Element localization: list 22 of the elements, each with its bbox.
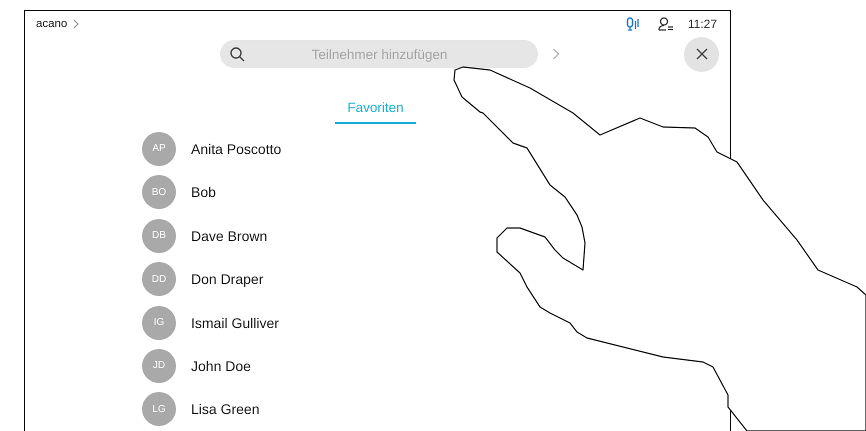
breadcrumb-link[interactable]: acano (36, 18, 68, 30)
contact-name[interactable]: Anita Poscotto (191, 140, 282, 157)
person-icon[interactable] (658, 16, 674, 31)
contact-name[interactable]: Don Draper (191, 271, 264, 288)
avatar-initials: JD (142, 348, 176, 383)
contact-name[interactable]: Dave Brown (191, 228, 268, 244)
close-icon (696, 48, 708, 60)
microphone-icon[interactable] (626, 16, 640, 31)
contact-name[interactable]: Ismail Gulliver (191, 314, 279, 331)
search-icon (230, 46, 245, 62)
close-button[interactable] (684, 36, 719, 72)
chevron-right-icon (73, 18, 80, 29)
avatar-initials: DB (142, 218, 176, 253)
avatar-initials: LG (142, 392, 176, 426)
avatar-initials: BO (142, 175, 176, 210)
avatar-initials: DD (142, 262, 176, 296)
clock-time: 11:27 (688, 16, 717, 31)
avatar-initials: IG (142, 306, 176, 340)
avatar-initials: AP (142, 132, 176, 166)
contact-name[interactable]: John Doe (191, 358, 251, 374)
contact-name[interactable]: Bob (191, 184, 216, 200)
contact-name[interactable]: Lisa Green (191, 401, 260, 418)
